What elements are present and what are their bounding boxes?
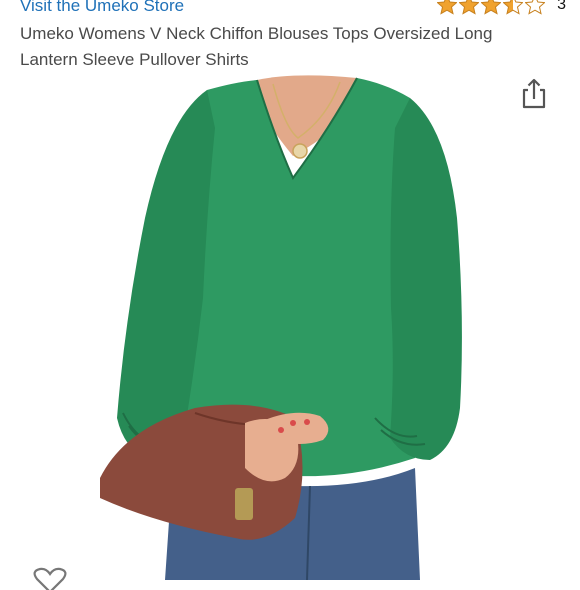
share-icon[interactable] <box>520 76 548 110</box>
star-icon <box>437 0 458 15</box>
rating[interactable]: 3 <box>437 0 566 16</box>
star-icon <box>459 0 480 15</box>
store-link[interactable]: Visit the Umeko Store <box>20 0 184 16</box>
product-image <box>100 75 462 580</box>
star-icon <box>525 0 546 15</box>
star-rating <box>437 0 546 15</box>
heart-icon[interactable] <box>32 566 68 590</box>
star-icon <box>481 0 502 15</box>
rating-count[interactable]: 3 <box>557 0 566 14</box>
product-title: Umeko Womens V Neck Chiffon Blouses Tops… <box>20 24 493 69</box>
star-icon <box>503 0 524 15</box>
